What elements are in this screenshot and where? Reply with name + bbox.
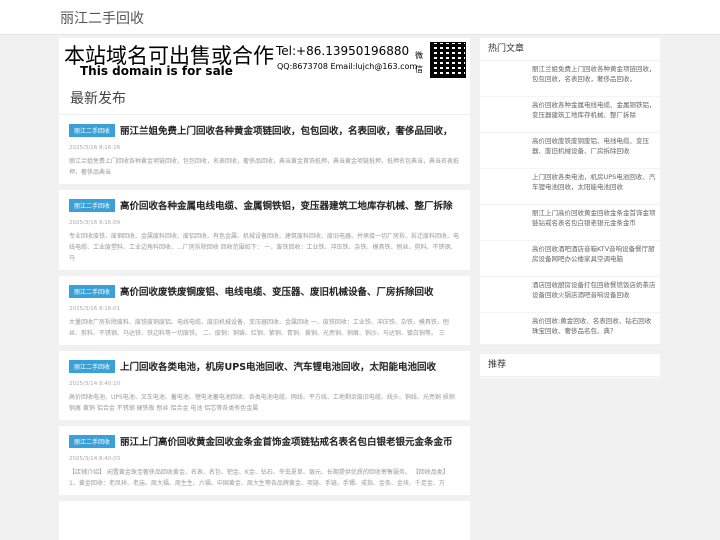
banner-tel: Tel:+86.13950196880 <box>276 44 410 58</box>
hot-article-item[interactable]: 高价回收酒吧酒店音箱KTV音响设备餐厅厨房设备网吧办公楼家具空调电脑 <box>480 241 660 277</box>
hot-article-item[interactable]: 丽江上门高价回收黄金回收金条金首饰金项链钻戒名表名包白银老银元金条金币 <box>480 205 660 241</box>
hot-article-link[interactable]: 高价回收酒吧酒店音箱KTV音响设备餐厅厨房设备网吧办公楼家具空调电脑 <box>532 244 656 264</box>
post-item: 丽江二手回收 高价回收各种金属电线电缆、金属铜铁铝，变压器建筑工地库存机械、整厂… <box>59 190 470 276</box>
post-date: 2025/3/14 8:40:03 <box>69 456 121 462</box>
domain-sale-banner: 本站域名可出售或合作 This domain is for sale Tel:+… <box>59 38 470 86</box>
hot-article-item[interactable]: 丽江兰姐免费上门回收各种黄金项链回收，包包回收，名表回收，奢侈品回收， <box>480 61 660 97</box>
banner-wechat-label-1: 微 <box>415 51 423 60</box>
hot-article-link[interactable]: 上门回收各类电池，机房UPS电池回收、汽车锂电池回收，太阳能电池回收 <box>532 172 656 192</box>
post-date: 2025/3/14 8:40:10 <box>69 381 121 387</box>
category-tag[interactable]: 丽江二手回收 <box>69 284 116 298</box>
post-item: 丽江二手回收 上门回收各类电池，机房UPS电池回收、汽车锂电池回收，太阳能电池回… <box>59 351 470 426</box>
sidebar-recommend: 推荐 <box>480 354 660 378</box>
post-title-link[interactable]: 高价回收各种金属电线电缆、金属铜铁铝，变压器建筑工地库存机械、整厂拆除 <box>120 198 453 212</box>
top-bar: 丽江二手回收 <box>0 0 720 35</box>
post-date: 2025/3/16 8:16:09 <box>69 220 121 226</box>
post-excerpt: 专业回收废铁、废钢回收、金属废料回收、废铝回收、有色金属、机械设备回收、建筑废料… <box>69 233 460 262</box>
site-title-link[interactable]: 丽江二手回收 <box>60 8 144 28</box>
qr-code-image <box>430 42 466 78</box>
hot-article-item[interactable]: 高价回收:黄金回收、名表回收、钻石回收珠宝回收、奢侈品名包、典？ <box>480 313 660 349</box>
banner-qq-email: QQ:8673708 Email:lujch@163.com <box>277 62 418 71</box>
hot-article-link[interactable]: 高价回收废铁废铜废铝、电线电缆、变压器、废旧机械设备、厂房拆除回收 <box>532 136 656 156</box>
banner-en-text: This domain is for sale <box>80 64 233 78</box>
category-tag[interactable]: 丽江二手回收 <box>69 123 116 137</box>
post-item: 丽江二手回收 高价回收废铁废铜废铝、电线电缆、变压器、废旧机械设备、厂房拆除回收… <box>59 276 470 351</box>
post-item: 丽江二手回收 丽江上门高价回收黄金回收金条金首饰金项链钻戒名表名包白银老银元金条… <box>59 426 470 501</box>
post-title-link[interactable]: 高价回收废铁废铜废铝、电线电缆、变压器、废旧机械设备、厂房拆除回收 <box>120 284 434 298</box>
section-title: 最新发布 <box>59 86 470 115</box>
hot-article-item[interactable]: 高价回收废铁废铜废铝、电线电缆、变压器、废旧机械设备、厂房拆除回收 <box>480 133 660 169</box>
recommend-title: 推荐 <box>480 354 660 377</box>
post-title-link[interactable]: 上门回收各类电池，机房UPS电池回收、汽车锂电池回收，太阳能电池回收 <box>120 359 436 373</box>
hot-article-link[interactable]: 酒店回收厨房设备打包回收餐馆饭店奶茶店设备回收火锅店酒吧音响设备回收 <box>532 280 656 300</box>
category-tag[interactable]: 丽江二手回收 <box>69 359 116 373</box>
post-excerpt: 丽江兰姐免费上门回收各种黄金项链回收，包包回收，名表回收，奢侈品回收，典当黄金首… <box>69 158 460 176</box>
post-date: 2025/3/16 8:16:16 <box>69 145 121 151</box>
category-tag[interactable]: 丽江二手回收 <box>69 434 116 448</box>
banner-wechat-label-2: 信 <box>415 65 423 74</box>
post-excerpt: 大量回收厂房拆除废料、废铁废铜废铝、电线电缆、废旧机械设备、变压器回收、金属回收… <box>69 319 449 337</box>
hot-article-link[interactable]: 丽江上门高价回收黄金回收金条金首饰金项链钻戒名表名包白银老银元金条金币 <box>532 208 656 228</box>
hot-article-link[interactable]: 丽江兰姐免费上门回收各种黄金项链回收，包包回收，名表回收，奢侈品回收， <box>532 64 656 84</box>
post-excerpt: 【店铺介绍】 闲置黄金珠宝奢侈品回收黄金、名表、名包、钯金、K金、钻石、冬虫夏草… <box>69 469 449 487</box>
hot-article-link[interactable]: 高价回收各种金属电线电缆、金属铜铁铝，变压器建筑工地库存机械、整厂拆除 <box>532 100 656 120</box>
sidebar-hot-articles: 热门文章 丽江兰姐免费上门回收各种黄金项链回收，包包回收，名表回收，奢侈品回收，… <box>480 38 660 349</box>
post-excerpt: 高价回收电池、UPS电池、叉车电池、蓄电池、锂电池蓄电池回收、各类电池电缆、网线… <box>69 394 455 412</box>
hot-article-item[interactable]: 酒店回收厨房设备打包回收餐馆饭店奶茶店设备回收火锅店酒吧音响设备回收 <box>480 277 660 313</box>
main-content: 本站域名可出售或合作 This domain is for sale Tel:+… <box>59 38 470 540</box>
hot-article-item[interactable]: 高价回收各种金属电线电缆、金属铜铁铝，变压器建筑工地库存机械、整厂拆除 <box>480 97 660 133</box>
hot-article-link[interactable]: 高价回收:黄金回收、名表回收、钻石回收珠宝回收、奢侈品名包、典？ <box>532 316 656 336</box>
post-title-link[interactable]: 丽江兰姐免费上门回收各种黄金项链回收，包包回收，名表回收，奢侈品回收， <box>120 123 453 137</box>
hot-articles-title: 热门文章 <box>480 38 660 61</box>
post-date: 2025/3/16 8:16:01 <box>69 306 121 312</box>
category-tag[interactable]: 丽江二手回收 <box>69 198 116 212</box>
post-item: 丽江二手回收 丽江兰姐免费上门回收各种黄金项链回收，包包回收，名表回收，奢侈品回… <box>59 115 470 190</box>
post-title-link[interactable]: 丽江上门高价回收黄金回收金条金首饰金项链钻戒名表名包白银老银元金条金币 <box>120 434 453 448</box>
hot-article-item[interactable]: 上门回收各类电池，机房UPS电池回收、汽车锂电池回收，太阳能电池回收 <box>480 169 660 205</box>
